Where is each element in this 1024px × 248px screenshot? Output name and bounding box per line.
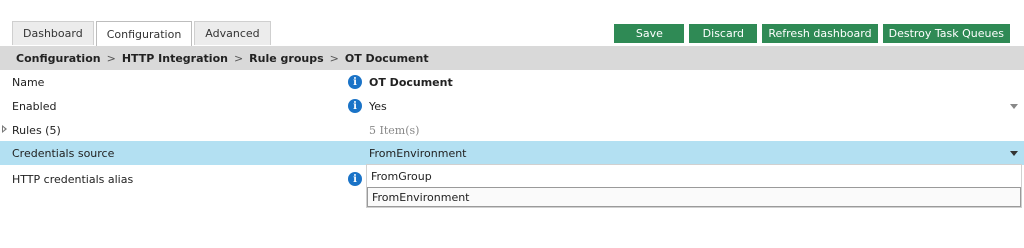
action-toolbar: Save Discard Refresh dashboard Destroy T… (614, 24, 1010, 43)
property-row-credentials-source[interactable]: Credentials source FromEnvironment (0, 141, 1024, 165)
tab-dashboard[interactable]: Dashboard (12, 21, 94, 45)
property-label-rules[interactable]: Rules (5) (12, 118, 61, 142)
chevron-down-icon[interactable] (1010, 104, 1018, 109)
info-icon[interactable]: i (348, 99, 362, 113)
tab-configuration[interactable]: Configuration (95, 21, 193, 47)
breadcrumb: Configuration > HTTP Integration > Rule … (0, 46, 1024, 70)
info-icon[interactable]: i (348, 172, 362, 186)
chevron-down-icon[interactable] (1010, 151, 1018, 156)
expand-triangle-icon[interactable] (2, 125, 7, 133)
destroy-task-queues-button[interactable]: Destroy Task Queues (882, 24, 1010, 43)
credentials-source-select[interactable]: FromEnvironment (369, 141, 467, 165)
name-field[interactable]: OT Document (369, 70, 453, 94)
property-row-enabled: Enabled i Yes (0, 94, 1024, 118)
dropdown-option-fromgroup[interactable]: FromGroup (367, 166, 1021, 186)
property-row-name: Name i OT Document (0, 70, 1024, 94)
property-label-credentials-source: Credentials source (12, 146, 115, 160)
property-row-rules: Rules (5) 5 Item(s) (0, 118, 1024, 142)
breadcrumb-item-current: OT Document (344, 51, 429, 65)
enabled-select[interactable]: Yes (369, 94, 387, 118)
credentials-source-dropdown: FromGroup FromEnvironment (366, 164, 1022, 208)
property-label-name: Name (12, 75, 45, 89)
breadcrumb-item-configuration[interactable]: Configuration (16, 52, 101, 65)
breadcrumb-item-rule-groups[interactable]: Rule groups (249, 52, 323, 65)
breadcrumb-item-http-integration[interactable]: HTTP Integration (122, 52, 228, 65)
save-button[interactable]: Save (614, 24, 685, 43)
tab-bar: Dashboard Configuration Advanced (12, 21, 271, 47)
discard-button[interactable]: Discard (689, 24, 758, 43)
dropdown-option-fromenvironment[interactable]: FromEnvironment (367, 187, 1021, 207)
breadcrumb-separator: > (233, 51, 244, 65)
breadcrumb-separator: > (106, 51, 116, 65)
info-icon[interactable]: i (348, 75, 362, 89)
property-label-enabled: Enabled (12, 99, 57, 113)
tab-advanced[interactable]: Advanced (194, 21, 271, 45)
property-label-http-credentials-alias: HTTP credentials alias (12, 172, 134, 186)
refresh-dashboard-button[interactable]: Refresh dashboard (762, 24, 878, 43)
breadcrumb-separator: > (329, 51, 339, 65)
rules-items-count: 5 Item(s) (369, 123, 420, 137)
